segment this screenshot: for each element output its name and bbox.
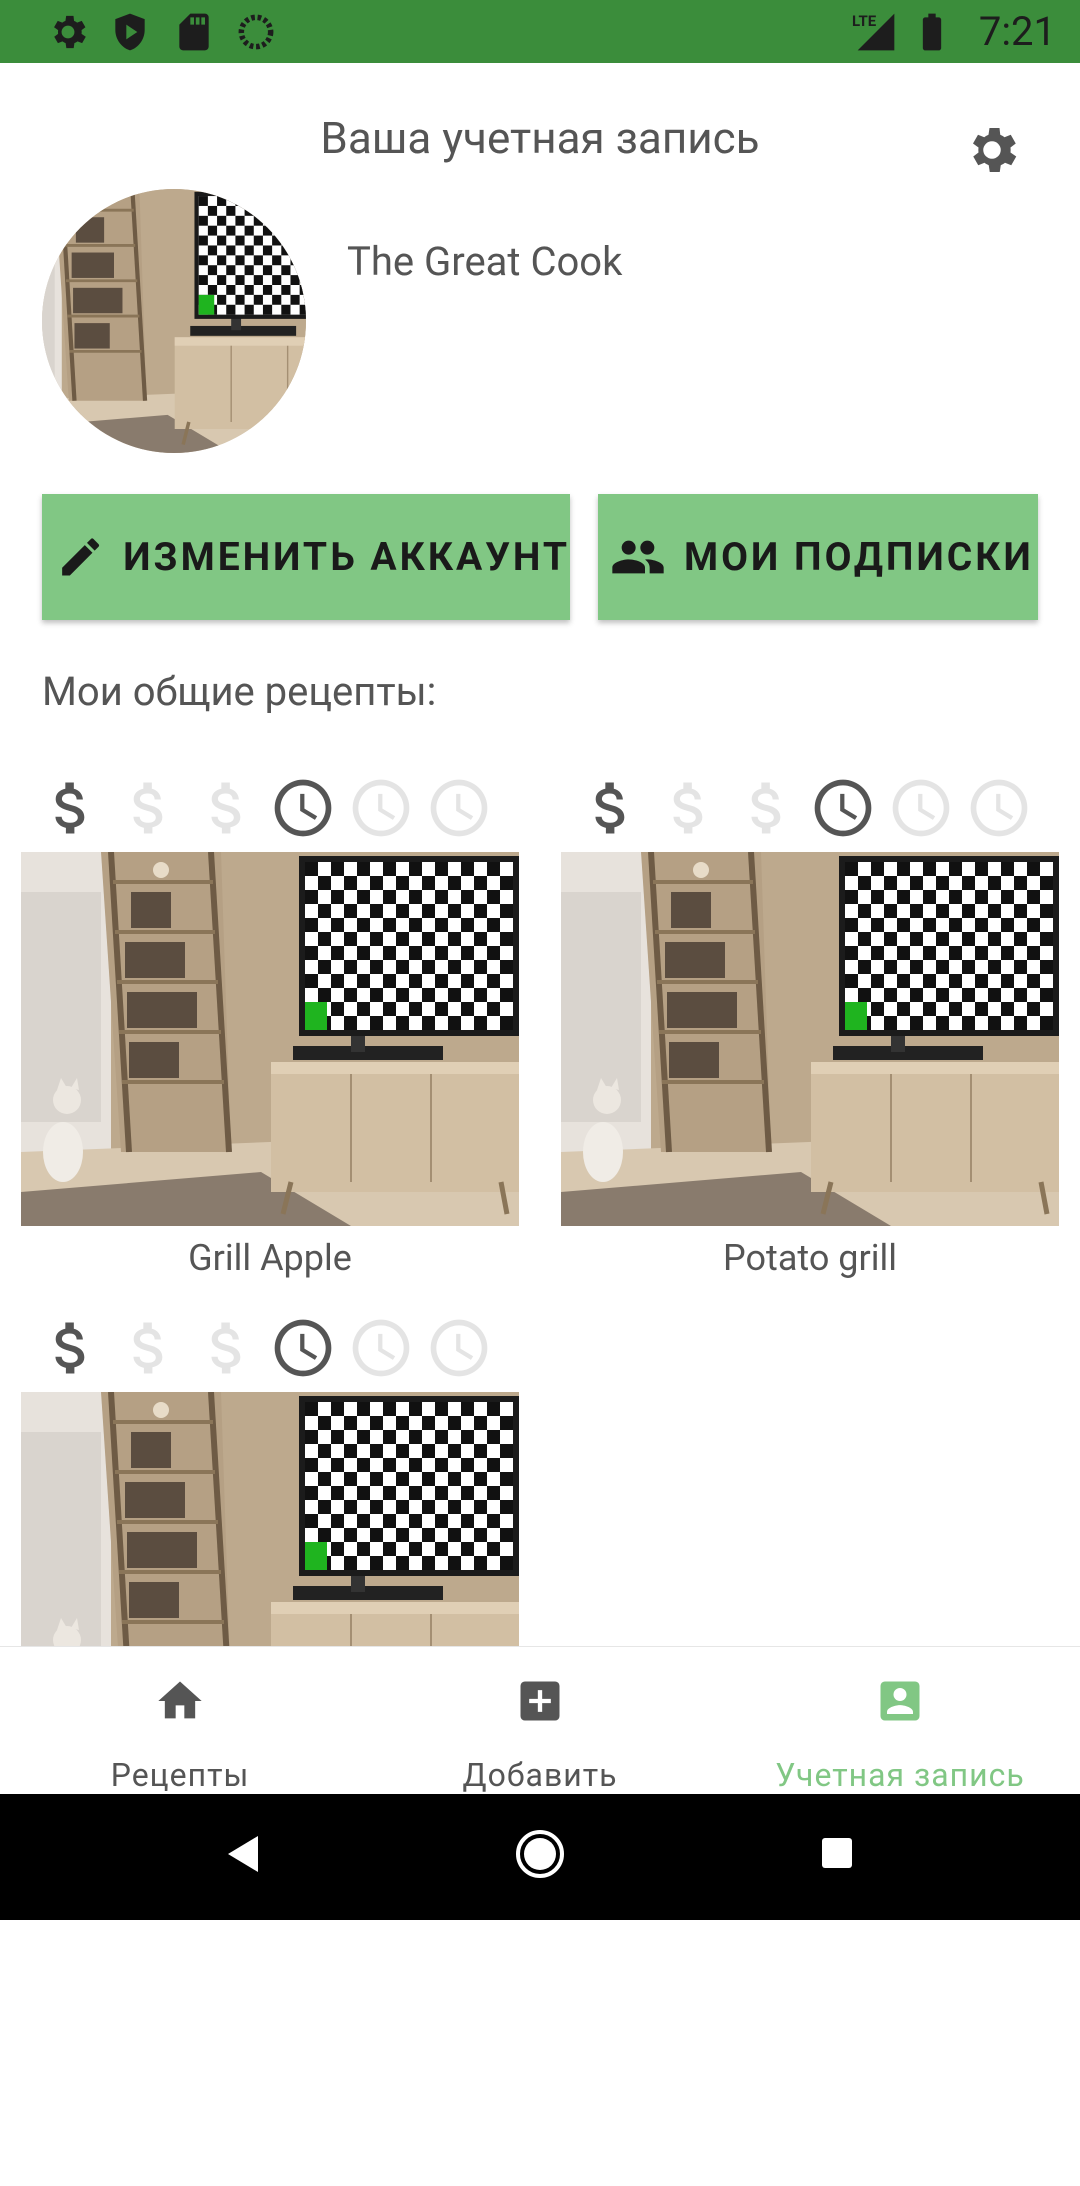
recipe-ratings xyxy=(21,1308,519,1392)
nav-label-add: Добавить xyxy=(462,1756,618,1794)
avatar[interactable] xyxy=(42,189,306,453)
recipe-title: Potato grill xyxy=(723,1237,897,1279)
recipe-card[interactable]: Grill Apple xyxy=(21,768,519,1288)
dollar-icon xyxy=(55,1322,85,1374)
clock-icon xyxy=(814,779,872,837)
my-subscriptions-label: МОИ ПОДПИСКИ xyxy=(684,534,1034,580)
account-box-icon xyxy=(880,1681,920,1721)
home-circle-icon[interactable] xyxy=(514,1828,566,1880)
clock-icon xyxy=(970,779,1028,837)
recipe-card[interactable]: Potato grill xyxy=(561,768,1059,1288)
home-icon xyxy=(158,1681,202,1719)
circle-dotted-icon xyxy=(238,14,274,50)
dollar-icon xyxy=(133,1322,163,1374)
people-icon xyxy=(612,540,664,574)
edit-account-label: ИЗМЕНИТЬ АККАУНТ xyxy=(123,534,570,580)
nav-label-account: Учетная запись xyxy=(775,1756,1025,1794)
settings-icon xyxy=(54,15,86,49)
dollar-icon xyxy=(133,782,163,834)
clock: 7:21 xyxy=(978,8,1056,55)
nav-item-account[interactable]: Учетная запись xyxy=(720,1647,1080,1795)
back-icon[interactable] xyxy=(224,1834,260,1874)
nav-item-add[interactable]: Добавить xyxy=(360,1647,720,1795)
recipe-image[interactable] xyxy=(21,852,519,1226)
dollar-icon xyxy=(751,782,781,834)
recipe-image[interactable] xyxy=(21,1392,519,1646)
clock-icon xyxy=(430,1319,488,1377)
recipe-ratings xyxy=(561,768,1059,852)
nav-item-recipes[interactable]: Рецепты xyxy=(0,1647,360,1795)
recipe-ratings xyxy=(21,768,519,852)
status-bar: LTE 7:21 xyxy=(0,0,1080,63)
dollar-icon xyxy=(673,782,703,834)
username: The Great Cook xyxy=(347,238,623,285)
dollar-icon xyxy=(211,1322,241,1374)
pencil-icon xyxy=(62,538,100,576)
shared-recipes-title: Мои общие рецепты: xyxy=(42,668,437,715)
sd-card-icon xyxy=(179,13,209,51)
my-subscriptions-button[interactable]: МОИ ПОДПИСКИ xyxy=(598,494,1038,620)
clock-icon xyxy=(352,779,410,837)
recipe-title: Grill Apple xyxy=(188,1237,352,1279)
recents-icon[interactable] xyxy=(820,1836,854,1870)
gear-icon[interactable] xyxy=(962,120,1022,180)
shield-play-icon xyxy=(115,13,145,51)
clock-icon xyxy=(274,1319,332,1377)
page-title: Ваша учетная запись xyxy=(320,112,760,164)
add-box-icon xyxy=(520,1681,560,1721)
clock-icon xyxy=(352,1319,410,1377)
system-navigation-bar xyxy=(0,1794,1080,1920)
clock-icon xyxy=(430,779,488,837)
clock-icon xyxy=(274,779,332,837)
dollar-icon xyxy=(55,782,85,834)
clock-icon xyxy=(892,779,950,837)
battery-icon xyxy=(922,13,942,51)
nav-label-recipes: Рецепты xyxy=(110,1756,250,1794)
edit-account-button[interactable]: ИЗМЕНИТЬ АККАУНТ xyxy=(42,494,570,620)
recipe-image[interactable] xyxy=(561,852,1059,1226)
dollar-icon xyxy=(595,782,625,834)
bottom-navigation: Рецепты Добавить Учетная запись xyxy=(0,1646,1080,1795)
dollar-icon xyxy=(211,782,241,834)
lte-signal-icon xyxy=(857,13,895,51)
